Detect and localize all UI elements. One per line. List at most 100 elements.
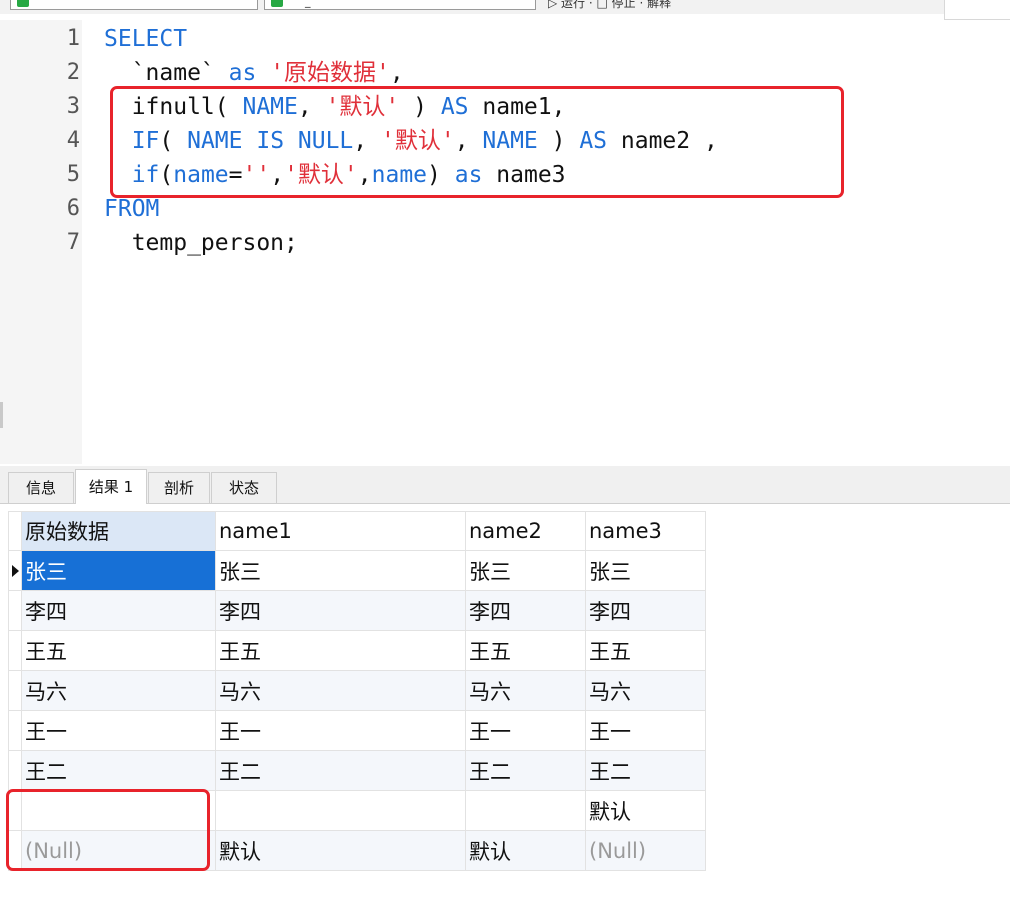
table-cell[interactable] bbox=[215, 790, 466, 831]
table-cell[interactable]: 王一 bbox=[585, 710, 706, 751]
table-cell[interactable]: 王二 bbox=[21, 750, 216, 791]
table-cell[interactable]: 李四 bbox=[21, 590, 216, 631]
tab-status[interactable]: 状态 bbox=[211, 472, 277, 503]
table-cell[interactable]: 马六 bbox=[585, 670, 706, 711]
code-token: name bbox=[173, 162, 229, 188]
table-cell[interactable]: 马六 bbox=[21, 670, 216, 711]
table-cell[interactable]: 默认 bbox=[215, 830, 466, 871]
line-number-text: 1 bbox=[66, 26, 80, 51]
line-number: 6 bbox=[0, 192, 80, 226]
table-row[interactable]: 马六 马六 马六 马六 bbox=[8, 670, 706, 711]
result-tabs: 信息 结果 1 剖析 状态 bbox=[0, 466, 1010, 504]
sql-editor[interactable]: 1 SELECT 2 `name` as '原始数据', 3 ifnull( NAME… bbox=[0, 20, 1010, 464]
table-row[interactable]: 张三 张三 张三 张三 bbox=[8, 550, 706, 591]
line-number: 5 bbox=[0, 158, 80, 192]
table-cell[interactable]: 王二 bbox=[465, 750, 586, 791]
connection-select[interactable] bbox=[10, 0, 258, 10]
database-select[interactable]: _ bbox=[264, 0, 536, 10]
code-token: , bbox=[353, 128, 381, 154]
table-cell[interactable]: 张三 bbox=[215, 550, 466, 591]
code-text[interactable]: FROM bbox=[104, 192, 159, 226]
code-token: '默认' bbox=[284, 162, 358, 188]
column-header-name1[interactable]: name1 bbox=[215, 511, 466, 551]
column-header-name2[interactable]: name2 bbox=[465, 511, 586, 551]
line-number-text: 6 bbox=[66, 196, 80, 221]
table-cell[interactable]: 王二 bbox=[215, 750, 466, 791]
table-row[interactable]: 李四 李四 李四 李四 bbox=[8, 590, 706, 631]
code-token: FROM bbox=[104, 196, 160, 222]
table-row[interactable]: 王一 王一 王一 王一 bbox=[8, 710, 706, 751]
row-indicator[interactable] bbox=[8, 790, 22, 831]
code-token: name2 , bbox=[607, 128, 718, 154]
line-number: 1 bbox=[0, 22, 80, 56]
table-cell[interactable]: (Null) bbox=[585, 830, 706, 871]
code-token: AS bbox=[440, 94, 469, 120]
code-token: , bbox=[357, 162, 372, 188]
table-cell[interactable]: 王一 bbox=[21, 710, 216, 751]
table-cell[interactable]: 张三 bbox=[585, 550, 706, 591]
code-token: '' bbox=[242, 162, 271, 188]
table-cell[interactable]: 李四 bbox=[465, 590, 586, 631]
column-header-name3[interactable]: name3 bbox=[585, 511, 706, 551]
result-grid: 原始数据 name1 name2 name3 张三 张三 张三 张三 李四 李四 李四 李四王… bbox=[8, 511, 706, 871]
table-row[interactable]: 默认 bbox=[8, 790, 706, 831]
toolbar: _ ▷ 运行 · □ 停止 · 解释 bbox=[0, 0, 1010, 20]
table-cell[interactable]: 王二 bbox=[585, 750, 706, 791]
database-icon bbox=[271, 0, 283, 7]
line-number: 4 bbox=[0, 124, 80, 158]
code-text[interactable]: temp_person; bbox=[104, 226, 298, 260]
table-cell[interactable]: 张三 bbox=[465, 550, 586, 591]
row-indicator[interactable] bbox=[8, 550, 22, 591]
table-cell[interactable]: 李四 bbox=[215, 590, 466, 631]
code-text[interactable]: ifnull( NAME, '默认' ) AS name1, bbox=[104, 90, 566, 124]
tab-info[interactable]: 信息 bbox=[8, 472, 74, 503]
line-number: 3 bbox=[0, 90, 80, 124]
table-cell[interactable]: 王五 bbox=[585, 630, 706, 671]
header-indicator bbox=[8, 511, 22, 551]
table-cell[interactable]: 默认 bbox=[465, 830, 586, 871]
table-cell[interactable]: 张三 bbox=[21, 550, 216, 591]
table-cell[interactable]: 马六 bbox=[215, 670, 466, 711]
tab-result-1[interactable]: 结果 1 bbox=[75, 469, 147, 504]
table-cell[interactable]: 马六 bbox=[465, 670, 586, 711]
table-cell[interactable] bbox=[465, 790, 586, 831]
line-number-text: 4 bbox=[66, 128, 80, 153]
row-indicator[interactable] bbox=[8, 830, 22, 871]
line-number: 7 bbox=[0, 226, 80, 260]
table-cell[interactable] bbox=[21, 790, 216, 831]
table-cell[interactable]: 王五 bbox=[215, 630, 466, 671]
table-row[interactable]: 王二 王二 王二 王二 bbox=[8, 750, 706, 791]
table-row[interactable]: 王五 王五 王五 王五 bbox=[8, 630, 706, 671]
code-token: SELECT bbox=[104, 26, 188, 52]
table-cell[interactable]: 默认 bbox=[585, 790, 706, 831]
table-cell[interactable]: 王一 bbox=[465, 710, 586, 751]
table-cell[interactable]: 王五 bbox=[21, 630, 216, 671]
row-indicator[interactable] bbox=[8, 710, 22, 751]
toolbar-actions[interactable]: ▷ 运行 · □ 停止 · 解释 bbox=[548, 0, 671, 11]
line-number-text: 7 bbox=[66, 230, 80, 255]
row-indicator[interactable] bbox=[8, 750, 22, 791]
code-token: `name` bbox=[104, 60, 229, 86]
code-token: ) bbox=[537, 128, 580, 154]
table-row[interactable]: (Null) 默认 默认 (Null) bbox=[8, 830, 706, 871]
code-text[interactable]: IF( NAME IS NULL, '默认', NAME ) AS name2 … bbox=[104, 124, 718, 158]
table-cell[interactable]: 王五 bbox=[465, 630, 586, 671]
code-text[interactable]: if(name='','默认',name) as name3 bbox=[104, 158, 566, 192]
code-token: '默认' bbox=[380, 128, 455, 154]
table-cell[interactable]: 李四 bbox=[585, 590, 706, 631]
code-text[interactable]: `name` as '原始数据', bbox=[104, 56, 404, 90]
code-token: ifnull( bbox=[104, 94, 243, 120]
code-text[interactable]: SELECT bbox=[104, 22, 187, 56]
tab-profile[interactable]: 剖析 bbox=[148, 472, 210, 503]
column-header-original[interactable]: 原始数据 bbox=[21, 511, 216, 551]
table-cell[interactable]: (Null) bbox=[21, 830, 216, 871]
table-cell[interactable]: 王一 bbox=[215, 710, 466, 751]
row-indicator[interactable] bbox=[8, 630, 22, 671]
current-row-arrow-icon bbox=[12, 565, 19, 577]
code-token: NAME IS NULL bbox=[187, 128, 354, 154]
code-token: ) bbox=[427, 162, 455, 188]
row-indicator[interactable] bbox=[8, 590, 22, 631]
row-indicator[interactable] bbox=[8, 670, 22, 711]
side-panel-edge bbox=[944, 0, 1010, 20]
